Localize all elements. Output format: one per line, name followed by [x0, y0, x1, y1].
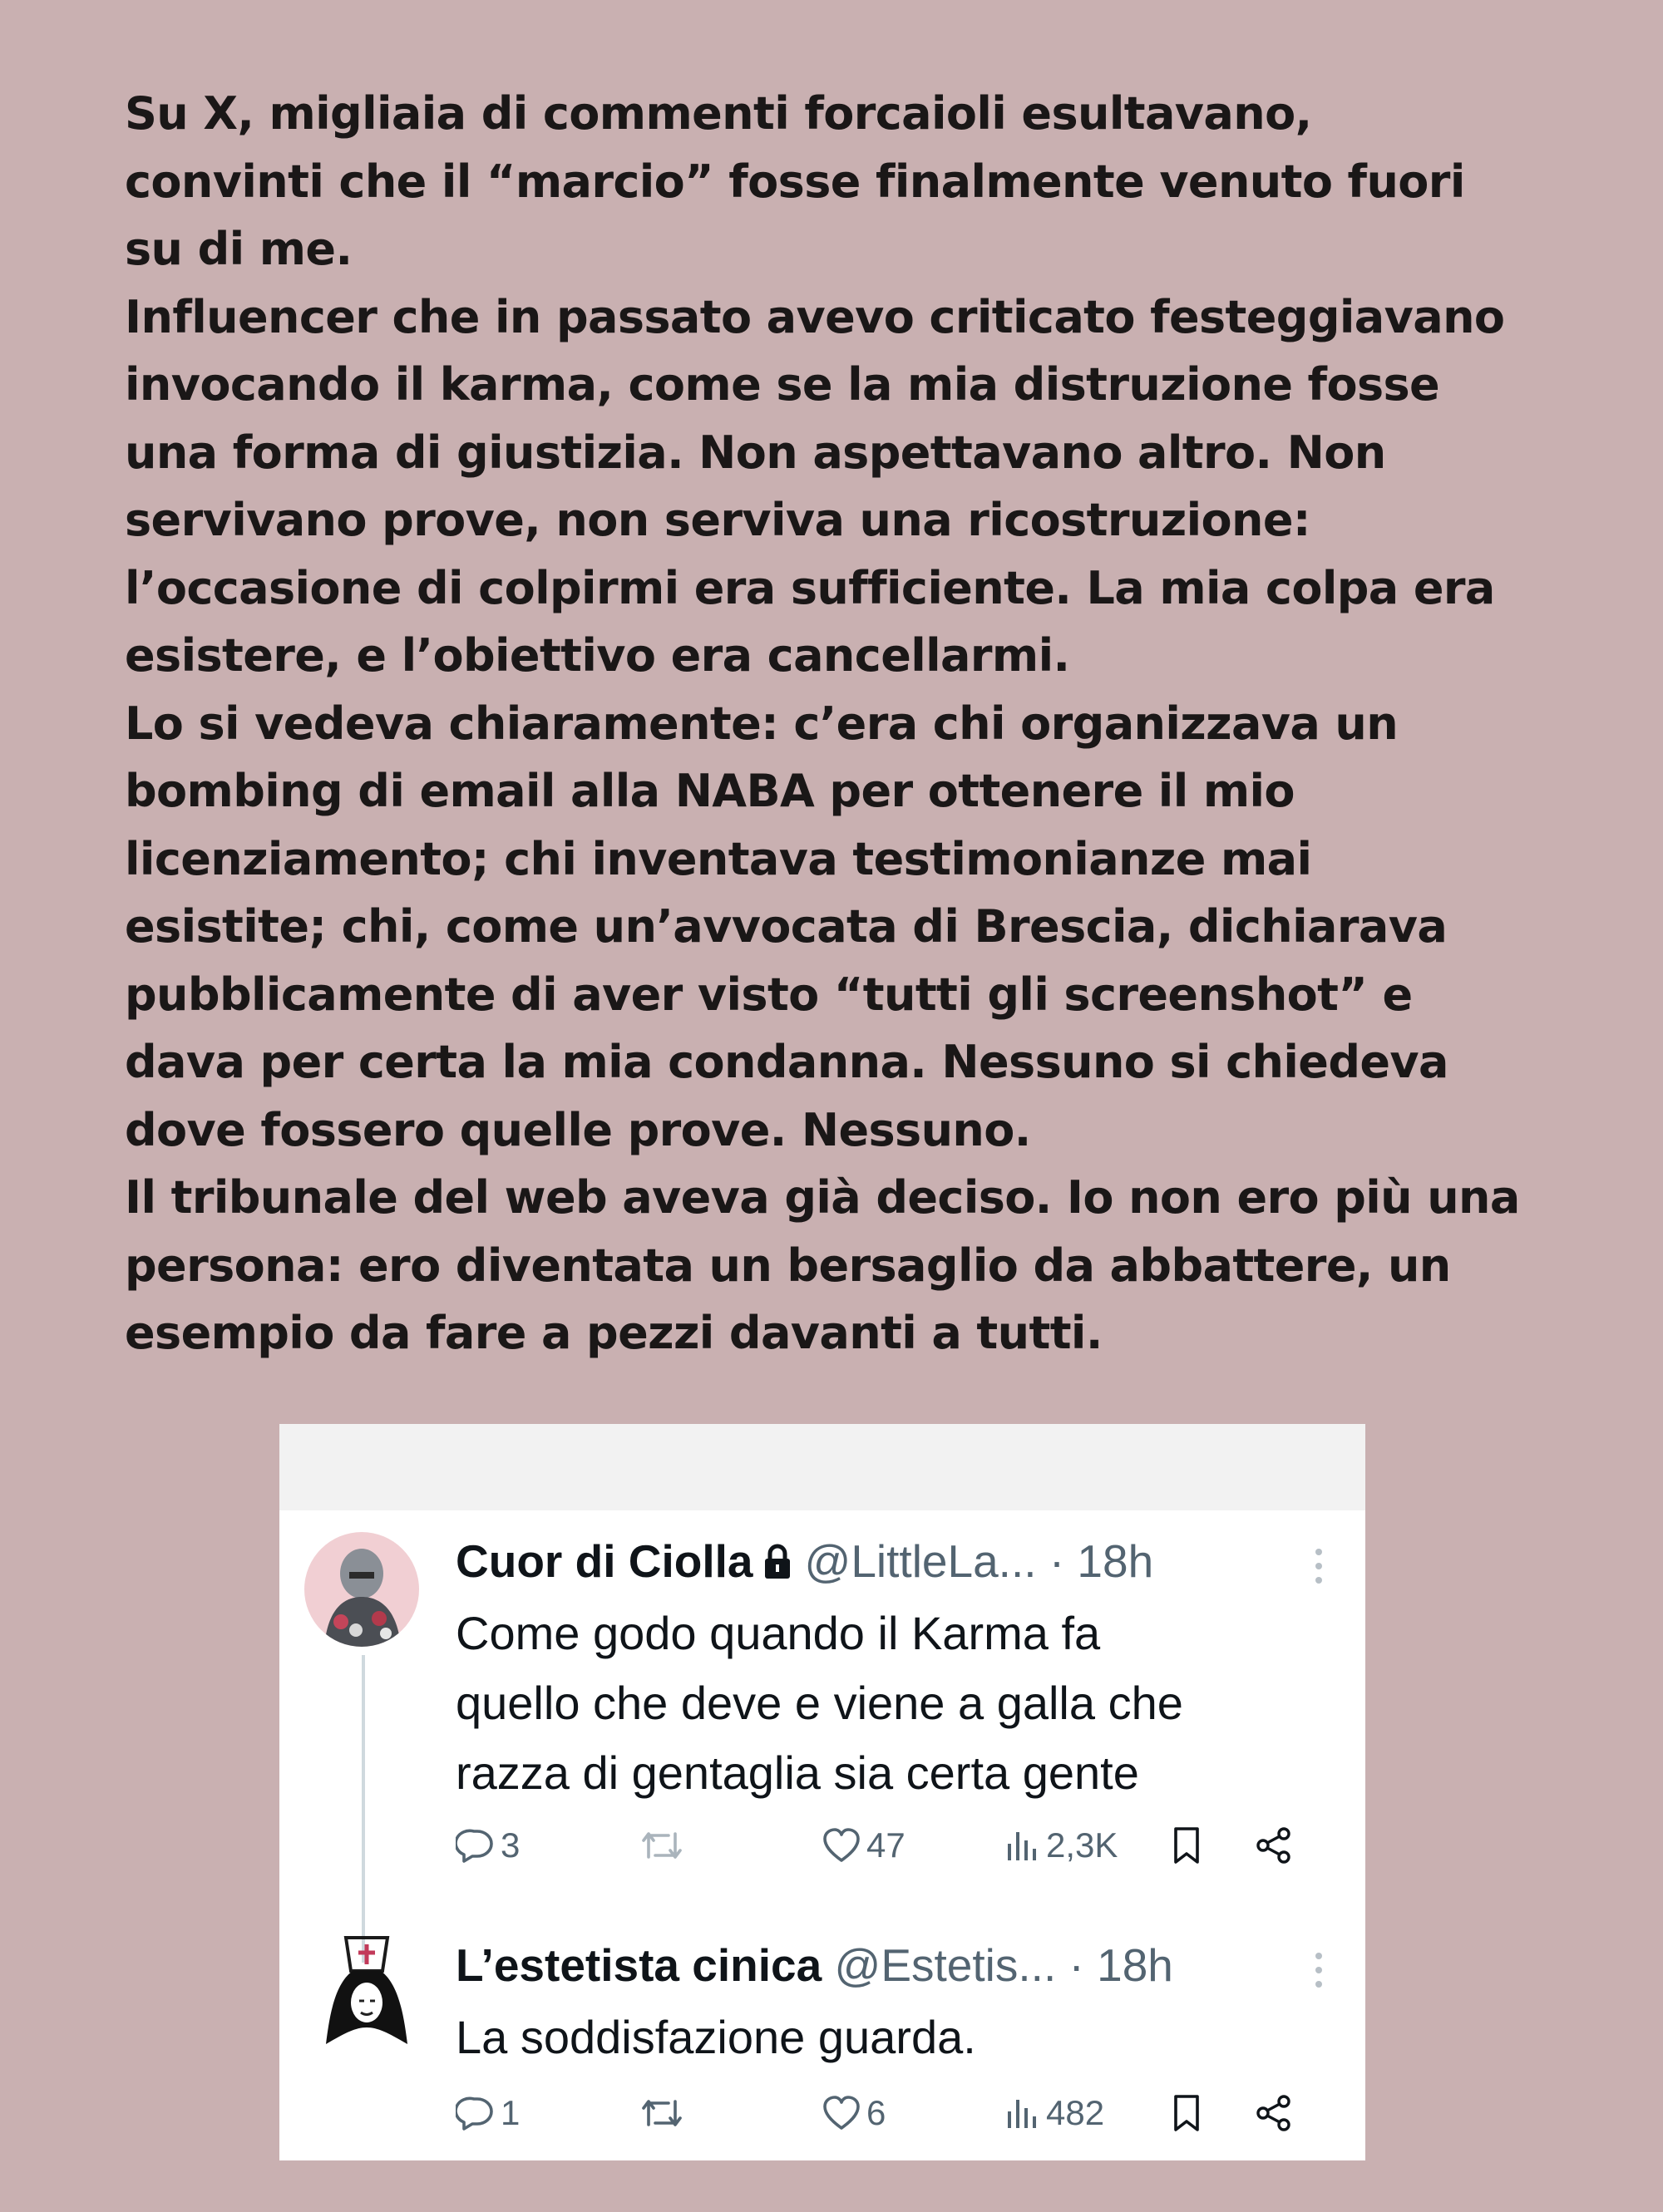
lock-icon: [762, 1531, 793, 1598]
more-dots-icon[interactable]: [1314, 1547, 1324, 1585]
tweet-thread-screenshot: Cuor di Ciolla @LittleLa... · 18h Come go…: [279, 1424, 1365, 2160]
share-button[interactable]: [1254, 1816, 1294, 1875]
views-button[interactable]: 2,3K: [1004, 1816, 1118, 1875]
tweet-actions: 3 47 2,3K: [456, 1816, 1337, 1875]
essay-text: Su X, migliaia di commenti forcaioli esu…: [125, 80, 1538, 1367]
author-handle[interactable]: @LittleLa...: [805, 1535, 1037, 1587]
views-count: 482: [1046, 2093, 1105, 2132]
heart-icon: [822, 1827, 861, 1864]
reply-count: 1: [501, 2093, 521, 2132]
author-name[interactable]: Cuor di Ciolla: [456, 1535, 753, 1587]
tweet[interactable]: Cuor di Ciolla @LittleLa... · 18h Come go…: [279, 1515, 1365, 1963]
author-name[interactable]: L’estetista cinica: [456, 1939, 822, 1991]
tweet-time[interactable]: 18h: [1077, 1535, 1153, 1587]
like-button[interactable]: 6: [822, 2084, 886, 2142]
share-icon: [1254, 2093, 1294, 2133]
reply-button[interactable]: 3: [456, 1816, 520, 1875]
essay-paragraph: Su X, migliaia di commenti forcaioli esu…: [125, 87, 1465, 275]
thread-line: [362, 1655, 365, 1963]
bookmark-button[interactable]: [1171, 1816, 1202, 1875]
avatar[interactable]: [304, 1532, 419, 1647]
retweet-icon: [639, 2095, 685, 2131]
bookmark-icon: [1171, 1825, 1202, 1865]
share-button[interactable]: [1254, 2084, 1294, 2142]
retweet-button[interactable]: [639, 1816, 690, 1875]
bar-chart-icon: [1004, 2095, 1041, 2131]
share-icon: [1254, 1825, 1294, 1865]
essay-paragraph: Lo si vedeva chiaramente: c’era chi orga…: [125, 697, 1448, 1156]
retweet-button[interactable]: [639, 2084, 690, 2142]
tweet-text: La soddisfazione guarda.: [456, 2011, 976, 2063]
screenshot-top-band: [279, 1424, 1365, 1510]
bookmark-button[interactable]: [1171, 2084, 1202, 2142]
separator-dot: ·: [1068, 1939, 1084, 1991]
like-button[interactable]: 47: [822, 1816, 906, 1875]
separator-dot: ·: [1049, 1535, 1065, 1587]
reply-count: 3: [501, 1825, 521, 1865]
tweet[interactable]: L’estetista cinica @Estetis... · 18h La …: [279, 1919, 1365, 2152]
tweet-time[interactable]: 18h: [1097, 1939, 1173, 1991]
like-count: 6: [866, 2093, 886, 2132]
like-count: 47: [866, 1825, 906, 1865]
essay-paragraph: Il tribunale del web aveva già deciso. I…: [125, 1171, 1520, 1359]
tweet-header: Cuor di Ciolla @LittleLa... · 18h: [456, 1528, 1315, 1594]
reply-button[interactable]: 1: [456, 2084, 520, 2142]
heart-icon: [822, 2095, 861, 2131]
avatar[interactable]: [321, 1934, 412, 2051]
views-count: 2,3K: [1046, 1825, 1118, 1865]
tweet-actions: 1 6 482: [456, 2084, 1337, 2142]
tweet-text: Come godo quando il Karma fa quello che …: [456, 1607, 1183, 1799]
retweet-icon: [639, 1827, 685, 1864]
author-handle[interactable]: @Estetis...: [835, 1939, 1057, 1991]
bar-chart-icon: [1004, 1827, 1041, 1864]
bookmark-icon: [1171, 2093, 1202, 2133]
essay-paragraph: Influencer che in passato avevo criticat…: [125, 290, 1505, 682]
speech-bubble-icon: [456, 2094, 496, 2132]
speech-bubble-icon: [456, 1826, 496, 1865]
more-dots-icon[interactable]: [1314, 1951, 1324, 1989]
tweet-header: L’estetista cinica @Estetis... · 18h: [456, 1932, 1315, 1998]
views-button[interactable]: 482: [1004, 2084, 1104, 2142]
